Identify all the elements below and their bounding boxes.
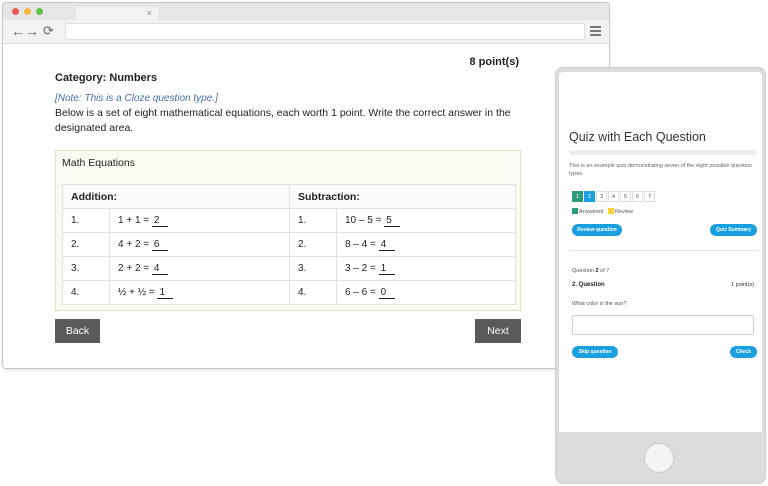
quiz-progress-bar <box>569 150 757 155</box>
question-number-button[interactable]: 3 <box>596 191 607 202</box>
row-number: 3. <box>289 256 337 281</box>
total-questions: 7 <box>606 268 610 274</box>
equation-text: 4 + 2 = <box>118 238 150 250</box>
quiz-summary-button[interactable]: Quiz Summary <box>710 224 757 236</box>
legend-answered: Answered <box>579 209 604 215</box>
equation-cell: 10 – 5 = 5 <box>336 208 516 233</box>
question-number-button[interactable]: 4 <box>608 191 619 202</box>
phone-device: Quiz with Each Question This is an examp… <box>555 67 766 484</box>
question-number-button[interactable]: 6 <box>632 191 643 202</box>
table-row: 4. ½ + ½ = 1 4. 6 – 6 = 0 <box>62 280 516 305</box>
equation-text: 3 – 2 = <box>345 262 376 274</box>
answer-blank[interactable]: 0 <box>378 287 395 299</box>
check-button[interactable]: Check <box>730 346 757 358</box>
review-question-button[interactable]: Review question <box>572 224 622 236</box>
row-number: 2. <box>62 232 110 257</box>
phone-screen: Quiz with Each Question This is an examp… <box>559 72 762 432</box>
review-swatch <box>608 208 614 214</box>
answer-blank[interactable]: 5 <box>384 215 401 227</box>
equation-cell: 1 + 1 = 2 <box>109 208 290 233</box>
home-button[interactable] <box>644 443 674 473</box>
minimize-window-icon[interactable] <box>24 8 31 15</box>
question-number-button[interactable]: 7 <box>644 191 655 202</box>
math-equations-panel: Math Equations Addition: Subtraction: 1.… <box>55 150 521 311</box>
answer-blank[interactable]: 4 <box>151 263 168 275</box>
question-instructions: Below is a set of eight mathematical equ… <box>55 107 511 134</box>
answer-blank[interactable]: 2 <box>151 215 168 227</box>
reload-icon[interactable]: ⟳ <box>43 23 54 39</box>
equation-cell: 6 – 6 = 0 <box>336 280 516 305</box>
equation-cell: 8 – 4 = 4 <box>336 232 516 257</box>
subtraction-header: Subtraction: <box>289 184 516 209</box>
browser-titlebar: × <box>3 3 609 20</box>
addition-header: Addition: <box>62 184 290 209</box>
browser-window: × ← → ⟳ 8 point(s) Category: Numbers [No… <box>2 2 610 369</box>
equation-text: 10 – 5 = <box>345 214 382 226</box>
row-number: 2. <box>289 232 337 257</box>
row-number: 3. <box>62 256 110 281</box>
quiz-title: Quiz with Each Question <box>569 130 706 144</box>
question-points: 8 point(s) <box>469 56 520 68</box>
question-type-note: [Note: This is a Cloze question type.] <box>55 93 218 104</box>
skip-question-button[interactable]: Skip question <box>572 346 618 358</box>
answered-swatch <box>572 208 578 214</box>
question-legend: Answered Review <box>572 208 633 215</box>
back-arrow-icon[interactable]: ← <box>11 23 25 39</box>
row-number: 4. <box>289 280 337 305</box>
question-text: What color is the sun? <box>572 301 627 307</box>
current-question-number: 2 <box>595 268 599 274</box>
question-name: 2. Question <box>572 282 605 288</box>
legend-review: Review <box>615 209 634 215</box>
equation-text: 2 + 2 = <box>118 262 150 274</box>
answer-input[interactable] <box>572 315 754 335</box>
row-number: 1. <box>289 208 337 233</box>
equation-text: 6 – 6 = <box>345 286 376 298</box>
browser-toolbar: ← → ⟳ <box>3 20 609 44</box>
divider <box>569 250 759 251</box>
back-button[interactable]: Back <box>55 319 100 343</box>
question-page: 8 point(s) Category: Numbers [Note: This… <box>3 44 609 368</box>
answer-blank[interactable]: 1 <box>378 263 395 275</box>
maximize-window-icon[interactable] <box>36 8 43 15</box>
panel-title: Math Equations <box>62 157 135 169</box>
equation-cell: 4 + 2 = 6 <box>109 232 290 257</box>
question-word: Question <box>572 268 595 274</box>
question-points-label: 1 point(s) <box>731 282 754 288</box>
close-window-icon[interactable] <box>12 8 19 15</box>
question-counter: Question 2 of 7 <box>572 268 609 274</box>
row-number: 1. <box>62 208 110 233</box>
table-header-row: Addition: Subtraction: <box>62 184 516 209</box>
answer-blank[interactable]: 1 <box>157 287 174 299</box>
table-row: 3. 2 + 2 = 4 3. 3 – 2 = 1 <box>62 256 516 281</box>
tab-close-icon[interactable]: × <box>147 7 152 20</box>
address-bar[interactable] <box>65 23 585 40</box>
question-number-button[interactable]: 5 <box>620 191 631 202</box>
question-number-button[interactable]: 2 <box>584 191 595 202</box>
equation-cell: 2 + 2 = 4 <box>109 256 290 281</box>
of-word: of <box>600 268 605 274</box>
equation-text: ½ + ½ = <box>118 286 155 298</box>
question-navigation: 1234567 <box>572 191 656 209</box>
row-number: 4. <box>62 280 110 305</box>
equation-cell: 3 – 2 = 1 <box>336 256 516 281</box>
hamburger-menu-icon[interactable] <box>590 26 601 38</box>
quiz-description: This is an example quiz demonstrating se… <box>569 163 752 177</box>
answer-blank[interactable]: 6 <box>151 239 168 251</box>
category-heading: Category: Numbers <box>55 72 158 84</box>
equation-text: 8 – 4 = <box>345 238 376 250</box>
next-button[interactable]: Next <box>475 319 521 343</box>
equations-table: Addition: Subtraction: 1. 1 + 1 = 2 1. 1… <box>62 184 516 305</box>
equation-cell: ½ + ½ = 1 <box>109 280 290 305</box>
forward-arrow-icon[interactable]: → <box>25 23 39 39</box>
table-row: 2. 4 + 2 = 6 2. 8 – 4 = 4 <box>62 232 516 257</box>
browser-tab[interactable]: × <box>76 7 158 20</box>
table-row: 1. 1 + 1 = 2 1. 10 – 5 = 5 <box>62 208 516 233</box>
equation-text: 1 + 1 = <box>118 214 150 226</box>
answer-blank[interactable]: 4 <box>378 239 395 251</box>
question-number-button[interactable]: 1 <box>572 191 583 202</box>
